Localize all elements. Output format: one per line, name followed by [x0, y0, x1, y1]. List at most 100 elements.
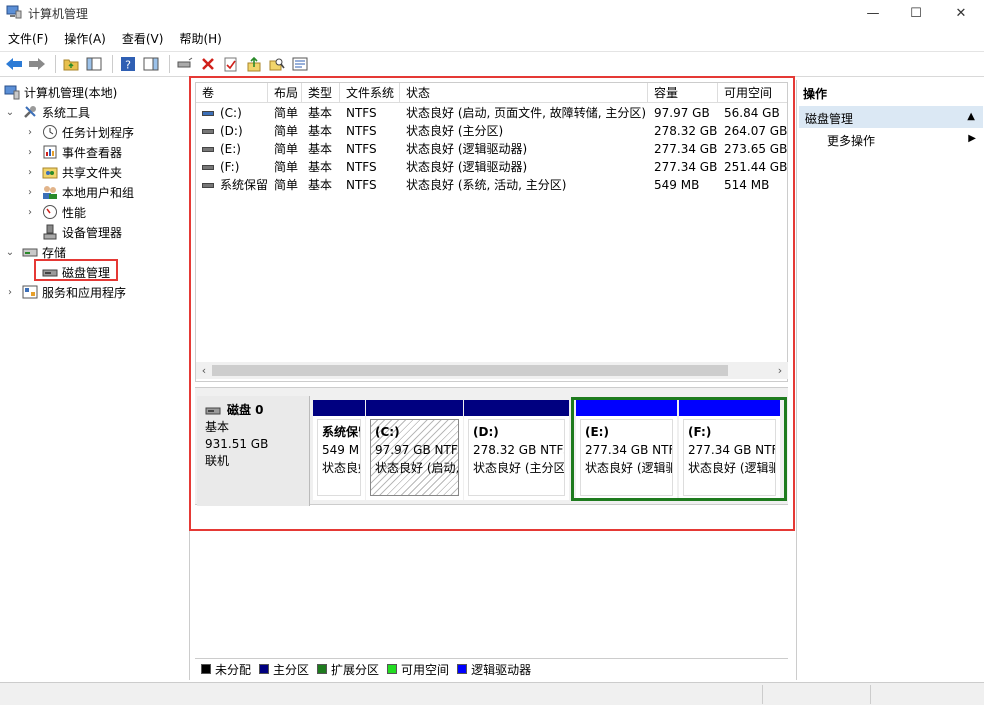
submenu-arrow-icon[interactable]: ▶	[968, 133, 976, 144]
col-layout[interactable]: 布局	[268, 83, 302, 103]
table-cell: 状态良好 (逻辑驱动器)	[406, 160, 528, 174]
toolbar: ?	[0, 51, 984, 77]
col-filesystem[interactable]: 文件系统	[340, 83, 400, 103]
scrollbar-thumb[interactable]	[212, 365, 728, 376]
partition-size: 97.97 GB NTFS	[375, 443, 459, 457]
actions-pane: 操作 磁盘管理 ▲ 更多操作 ▶	[796, 80, 984, 680]
partition-e[interactable]: (E:) 277.34 GB NTFS 状态良好 (逻辑驱	[576, 400, 677, 500]
performance-gauge-icon	[43, 205, 57, 219]
volume-icon	[202, 165, 214, 170]
tree-system-tools-label: 系统工具	[42, 105, 91, 120]
actions-section-disk-management[interactable]: 磁盘管理 ▲	[799, 106, 983, 128]
chevron-right-icon[interactable]: ›	[4, 287, 16, 298]
col-capacity[interactable]: 容量	[648, 83, 718, 103]
up-folder-icon[interactable]	[61, 54, 81, 74]
table-cell: (E:)	[196, 140, 268, 158]
partition-size: 278.32 GB NTFS	[473, 443, 565, 457]
horizontal-scrollbar[interactable]: ‹ ›	[196, 362, 788, 379]
search-folder-icon[interactable]	[267, 54, 287, 74]
table-cell: 简单	[274, 106, 299, 120]
partition-size: 277.34 GB NTFS	[585, 443, 673, 457]
partition-f[interactable]: (F:) 277.34 GB NTFS 状态良好 (逻辑驱	[679, 400, 780, 500]
show-hide-tree-icon[interactable]	[84, 54, 104, 74]
scroll-left-icon[interactable]: ‹	[196, 362, 212, 379]
chevron-right-icon[interactable]: ›	[24, 127, 36, 138]
maximize-button[interactable]: ☐	[893, 0, 939, 26]
partition-d[interactable]: (D:) 278.32 GB NTFS 状态良好 (主分区)	[464, 400, 569, 500]
navigation-tree: 计算机管理(本地) ⌄ 系统工具 › 任务计划程序 › 事件查看器 › 共享文件…	[0, 80, 190, 680]
minimize-button[interactable]: —	[850, 0, 896, 26]
chevron-right-icon[interactable]: ›	[24, 207, 36, 218]
table-cell: (F:)	[196, 158, 268, 176]
legend-logical: 逻辑驱动器	[457, 661, 531, 678]
tree-local-users[interactable]: › 本地用户和组	[24, 182, 134, 202]
menu-file[interactable]: 文件(F)	[0, 28, 56, 48]
menu-help[interactable]: 帮助(H)	[171, 28, 229, 48]
import-icon[interactable]	[244, 54, 264, 74]
chevron-right-icon[interactable]: ›	[24, 187, 36, 198]
tree-system-tools[interactable]: ⌄ 系统工具	[4, 102, 90, 122]
table-cell: 基本	[308, 160, 333, 174]
scroll-right-icon[interactable]: ›	[772, 362, 788, 379]
menu-view[interactable]: 查看(V)	[114, 28, 172, 48]
table-row[interactable]: (D:) 简单 基本 NTFS 状态良好 (主分区) 278.32 GB 264.07 GB	[196, 122, 787, 140]
show-hide-action-pane-icon[interactable]	[141, 54, 161, 74]
title-bar: 计算机管理 — ☐ ✕	[0, 0, 984, 26]
connect-drive-icon[interactable]	[175, 54, 195, 74]
tree-task-scheduler[interactable]: › 任务计划程序	[24, 122, 134, 142]
tree-services-apps[interactable]: › 服务和应用程序	[4, 282, 126, 302]
legend-unallocated: 未分配	[201, 661, 251, 678]
partition-size: 277.34 GB NTFS	[688, 443, 776, 457]
chevron-down-icon[interactable]: ⌄	[4, 247, 16, 258]
users-icon	[43, 186, 57, 199]
svg-text:?: ?	[125, 59, 131, 72]
tree-device-manager-label: 设备管理器	[62, 225, 123, 240]
table-cell: 状态良好 (主分区)	[406, 124, 504, 138]
back-arrow-icon[interactable]	[4, 54, 24, 74]
tree-performance-label: 性能	[62, 205, 87, 220]
disk-drive-icon	[205, 407, 221, 414]
checklist-icon[interactable]	[221, 54, 241, 74]
volume-list-header: 卷 布局 类型 文件系统 状态 容量 可用空间	[196, 83, 787, 103]
storage-icon	[22, 248, 38, 257]
forward-arrow-icon[interactable]	[27, 54, 47, 74]
table-row[interactable]: (E:) 简单 基本 NTFS 状态良好 (逻辑驱动器) 277.34 GB 273.65 …	[196, 140, 787, 158]
more-actions-link[interactable]: 更多操作	[827, 132, 875, 149]
close-button[interactable]: ✕	[938, 0, 984, 26]
partition-c[interactable]: (C:) 97.97 GB NTFS 状态良好 (启动,页	[366, 400, 463, 500]
partition-size: 549 M	[322, 443, 360, 457]
chevron-right-icon[interactable]: ›	[24, 147, 36, 158]
tree-event-viewer-label: 事件查看器	[62, 145, 123, 160]
table-cell: 251.44 GB	[724, 160, 788, 174]
partition-system-reserved[interactable]: 系统保留 549 M 状态良好	[313, 400, 365, 500]
event-log-icon	[43, 145, 57, 159]
tree-device-manager[interactable]: 设备管理器	[42, 222, 122, 242]
tree-root[interactable]: 计算机管理(本地)	[4, 82, 117, 102]
clock-icon	[43, 125, 57, 139]
table-row[interactable]: (C:) 简单 基本 NTFS 状态良好 (启动, 页面文件, 故障转储, 主分区) 97…	[196, 104, 787, 122]
tree-performance[interactable]: › 性能	[24, 202, 86, 222]
help-icon[interactable]: ?	[118, 54, 138, 74]
table-row[interactable]: 系统保留 简单 基本 NTFS 状态良好 (系统, 活动, 主分区) 549 MB 514 …	[196, 176, 787, 194]
tree-shared-folders[interactable]: › 共享文件夹	[24, 162, 122, 182]
chevron-right-icon[interactable]: ›	[24, 167, 36, 178]
partition-name: (C:)	[375, 425, 400, 439]
col-free-space[interactable]: 可用空间	[718, 83, 787, 103]
col-type[interactable]: 类型	[302, 83, 340, 103]
volume-icon	[202, 111, 214, 116]
table-cell: 56.84 GB	[724, 106, 780, 120]
partition-status: 状态良好	[322, 461, 360, 475]
legend-extended: 扩展分区	[317, 661, 379, 678]
table-cell: 97.97 GB	[654, 106, 710, 120]
disk-0-label[interactable]: 磁盘 0 基本 931.51 GB 联机	[197, 396, 310, 506]
chevron-down-icon[interactable]: ⌄	[4, 107, 16, 118]
collapse-up-icon[interactable]: ▲	[967, 111, 975, 122]
table-row[interactable]: (F:) 简单 基本 NTFS 状态良好 (逻辑驱动器) 277.34 GB 251.44 …	[196, 158, 788, 176]
col-volume[interactable]: 卷	[196, 83, 268, 103]
partition-legend: 未分配 主分区 扩展分区 可用空间 逻辑驱动器	[195, 658, 788, 679]
delete-icon[interactable]	[198, 54, 218, 74]
properties-list-icon[interactable]	[290, 54, 310, 74]
col-status[interactable]: 状态	[400, 83, 648, 103]
tree-event-viewer[interactable]: › 事件查看器	[24, 142, 122, 162]
menu-action[interactable]: 操作(A)	[56, 28, 114, 48]
